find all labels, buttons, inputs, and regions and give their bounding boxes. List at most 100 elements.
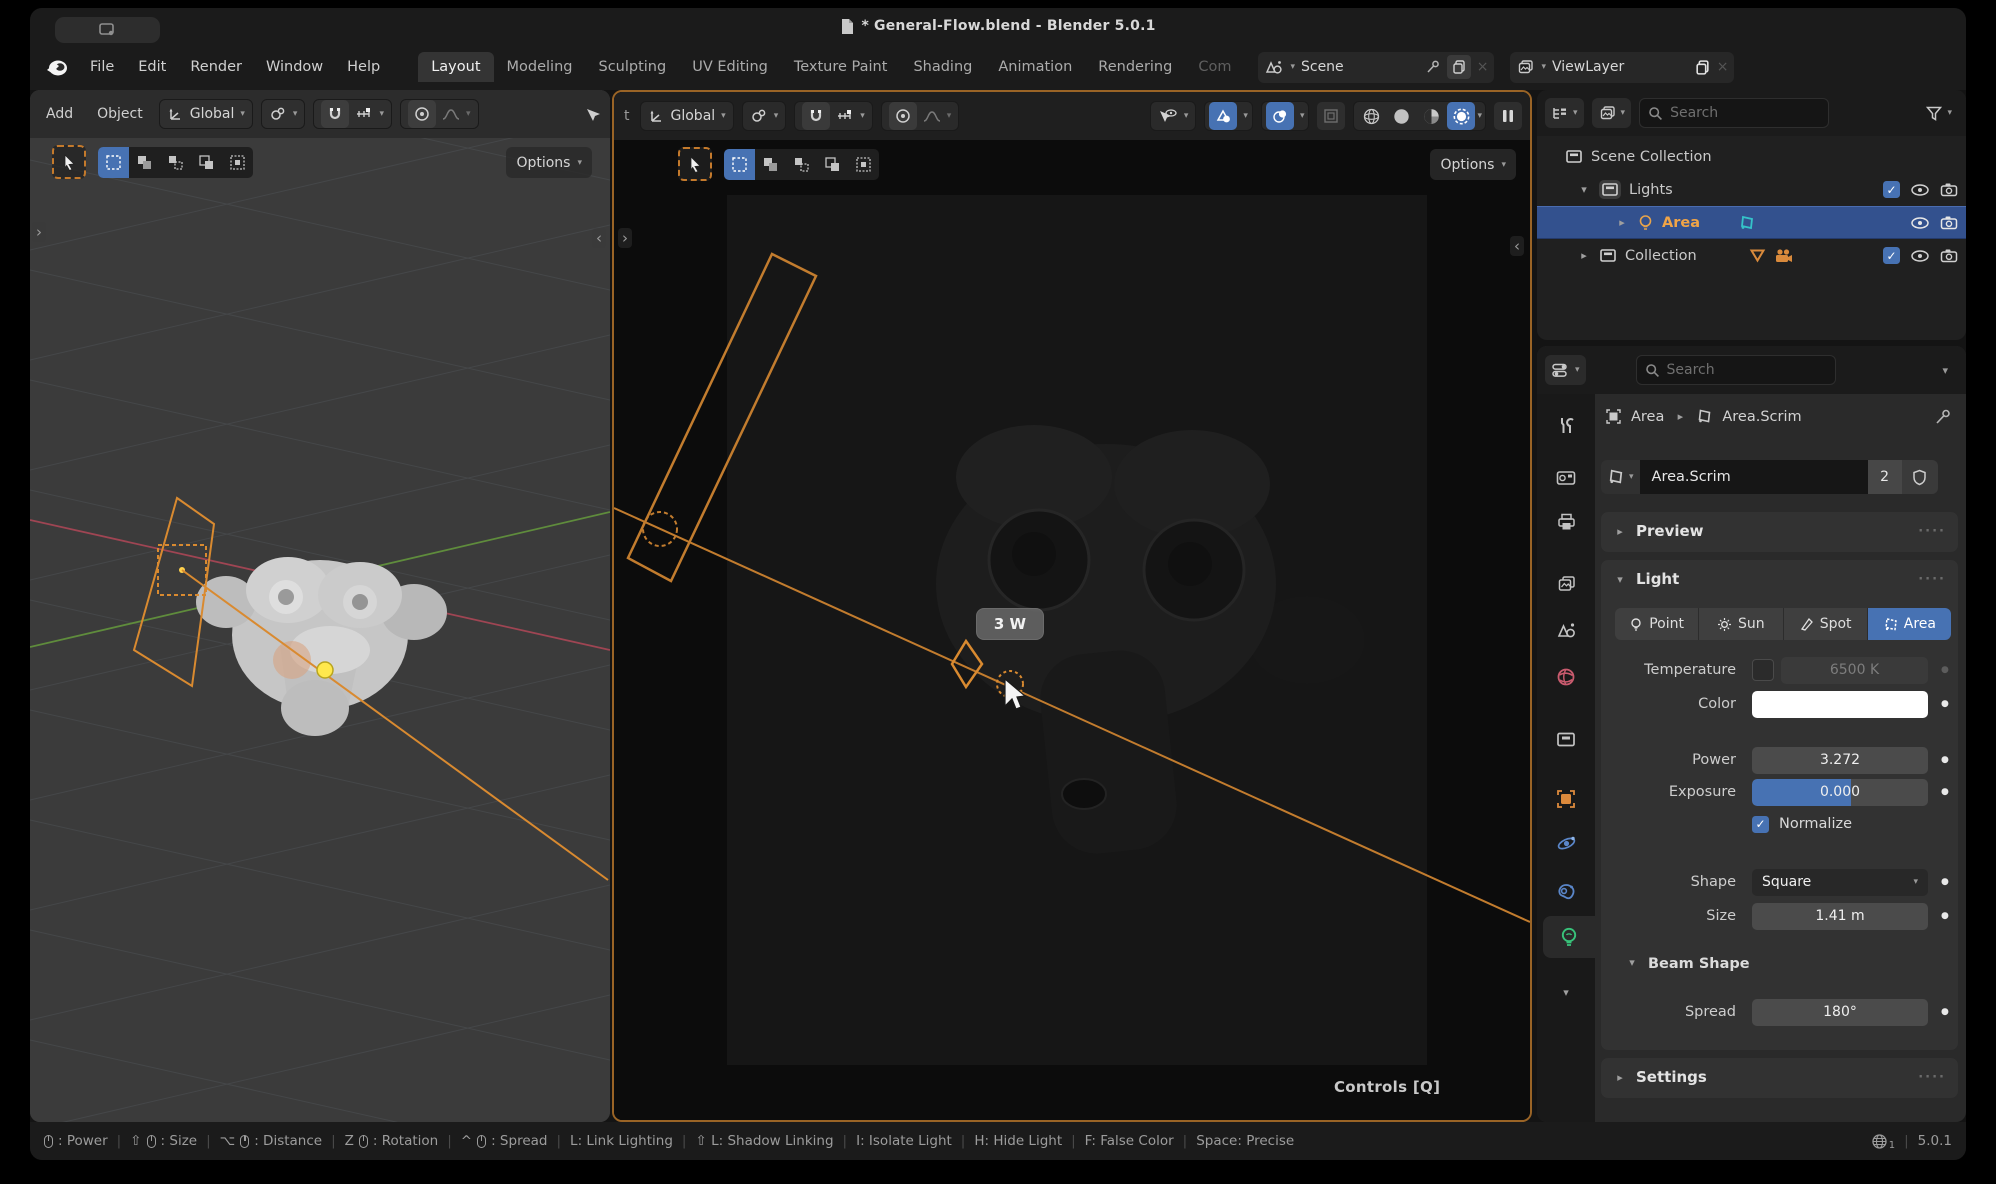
expand-arrow-icon[interactable]: ▸ (1613, 525, 1627, 538)
outliner-row-area-selected[interactable]: ▸ Area (1537, 206, 1966, 239)
datablock-type-dropdown[interactable]: ▾ (1601, 460, 1640, 494)
drag-dots[interactable]: ···· (1918, 1070, 1946, 1085)
compositor-icon[interactable] (1266, 102, 1294, 130)
toolbar-expand-arrow[interactable]: › (32, 222, 46, 242)
keyframe-dot[interactable]: ● (1941, 699, 1949, 709)
select-box-tool[interactable] (724, 149, 755, 180)
properties-search-input[interactable] (1667, 362, 1777, 378)
snap-group[interactable]: ▾ (794, 101, 873, 131)
workspace-tab-sculpting[interactable]: Sculpting (585, 52, 679, 82)
eye-icon[interactable] (1910, 216, 1930, 230)
camera-visibility-icon[interactable] (1940, 215, 1958, 230)
outliner-row-collection[interactable]: ▸ Collection ✓ (1537, 239, 1966, 272)
gizmo-visibility-icon[interactable] (584, 106, 602, 123)
shape-dropdown[interactable]: Square ▾ (1752, 869, 1928, 896)
keyframe-dot[interactable]: ● (1941, 911, 1949, 921)
preview-panel[interactable]: ▸ Preview ···· (1601, 512, 1958, 552)
select-extend-tool[interactable] (755, 149, 786, 180)
snap-group[interactable]: ▾ (313, 99, 392, 129)
collection-checkbox[interactable]: ✓ (1883, 181, 1900, 198)
pivot-point-dropdown[interactable]: ▾ (742, 101, 787, 131)
viewport-right-options-button[interactable]: Options ▾ (1430, 149, 1516, 180)
toolbar-expand-arrow[interactable]: › (618, 228, 632, 248)
temperature-checkbox[interactable] (1752, 659, 1774, 681)
viewport-rendered[interactable]: t Global ▾ ▾ ▾ (612, 90, 1532, 1122)
properties-tab-physics[interactable] (1537, 822, 1595, 864)
collapse-arrow-icon[interactable]: ▾ (1625, 956, 1639, 972)
truncated-menu-label[interactable]: t (622, 104, 632, 128)
menu-file[interactable]: File (78, 53, 126, 81)
viewlayer-selector[interactable]: ▾ ViewLayer × (1510, 52, 1734, 83)
light-type-area-active[interactable]: Area (1868, 608, 1951, 640)
light-panel[interactable]: ▾ Light ···· Point Sun Spot (1601, 560, 1958, 1050)
camera-visibility-icon[interactable] (1940, 248, 1958, 263)
outliner-row-scene-collection[interactable]: Scene Collection (1537, 140, 1966, 173)
outliner-row-lights[interactable]: ▾ Lights ✓ (1537, 173, 1966, 206)
workspace-tab-layout[interactable]: Layout (418, 52, 493, 82)
outliner-search-input[interactable] (1670, 105, 1780, 121)
render-region-icon[interactable] (1317, 102, 1345, 130)
eye-icon[interactable] (1910, 249, 1930, 263)
keyframe-dot[interactable]: ● (1941, 665, 1949, 675)
tweak-tool-button[interactable] (52, 145, 86, 179)
tweak-tool-button[interactable] (678, 147, 712, 181)
breadcrumb-data[interactable]: Area.Scrim (1722, 409, 1801, 425)
keyframe-dot[interactable]: ● (1941, 787, 1949, 797)
expand-arrow-icon[interactable]: ▸ (1615, 216, 1629, 229)
keyframe-dot[interactable]: ● (1941, 755, 1949, 765)
beam-shape-subpanel-header[interactable]: ▾ Beam Shape (1625, 956, 1750, 972)
properties-tab-tool[interactable] (1537, 404, 1595, 446)
outliner-display-mode-dropdown[interactable]: ▾ (1545, 98, 1584, 128)
expand-arrow-icon[interactable]: ▸ (1613, 1071, 1627, 1084)
select-subtract-tool[interactable] (160, 147, 191, 178)
select-intersect-tool[interactable] (222, 147, 253, 178)
select-invert-tool[interactable] (817, 149, 848, 180)
pause-render-button[interactable] (1494, 102, 1522, 130)
workspace-tab-modeling[interactable]: Modeling (494, 52, 586, 82)
proportional-edit-icon[interactable] (889, 102, 917, 130)
menu-render[interactable]: Render (178, 53, 254, 81)
spread-value-field[interactable]: 180° (1752, 999, 1928, 1026)
properties-tab-object-data-light[interactable] (1543, 916, 1595, 958)
pivot-point-dropdown[interactable]: ▾ (261, 99, 306, 129)
collapse-arrow-icon[interactable]: ▾ (1577, 183, 1591, 196)
collapse-arrow-icon[interactable]: ▾ (1613, 573, 1627, 586)
select-intersect-tool[interactable] (848, 149, 879, 180)
viewport-left-options-button[interactable]: Options ▾ (506, 147, 592, 178)
editor-type-dropdown[interactable]: ▾ (1545, 355, 1586, 385)
snap-magnet-icon[interactable] (802, 102, 830, 130)
light-type-spot[interactable]: Spot (1784, 608, 1868, 640)
properties-tab-collection[interactable] (1537, 718, 1595, 760)
sidebar-expand-arrow[interactable]: ‹ (1510, 236, 1524, 256)
new-scene-copy-icon[interactable] (1447, 55, 1471, 79)
menu-window[interactable]: Window (254, 53, 335, 81)
light-type-point[interactable]: Point (1615, 608, 1699, 640)
new-viewlayer-copy-icon[interactable] (1694, 59, 1711, 76)
expand-arrow-icon[interactable]: ▸ (1577, 249, 1591, 262)
menu-edit[interactable]: Edit (126, 53, 178, 81)
chevron-down-icon[interactable]: ▾ (1942, 364, 1948, 377)
workspace-tab-uv-editing[interactable]: UV Editing (679, 52, 781, 82)
properties-tab-constraints[interactable] (1537, 870, 1595, 912)
properties-tab-scene[interactable] (1537, 609, 1595, 651)
pin-icon[interactable] (1934, 408, 1952, 426)
unlink-scene-icon[interactable]: × (1477, 59, 1489, 75)
properties-tab-object[interactable] (1537, 778, 1595, 820)
object-menu[interactable]: Object (89, 102, 151, 126)
workspace-tab-texture-paint[interactable]: Texture Paint (781, 52, 901, 82)
select-invert-tool[interactable] (191, 147, 222, 178)
properties-tab-output[interactable] (1537, 501, 1595, 543)
workspace-tab-shading[interactable]: Shading (900, 52, 985, 82)
outliner-filter-dropdown[interactable]: ▾ (1919, 98, 1958, 128)
workspace-tab-animation[interactable]: Animation (985, 52, 1085, 82)
shading-solid-icon[interactable] (1387, 102, 1415, 130)
fake-user-shield-button[interactable] (1902, 460, 1938, 494)
workspace-tab-compositing-truncated[interactable]: Com (1185, 52, 1244, 82)
remove-viewlayer-icon[interactable]: × (1717, 59, 1729, 75)
select-subtract-tool[interactable] (786, 149, 817, 180)
temperature-value-field[interactable]: 6500 K (1781, 657, 1928, 684)
transform-orientation-dropdown[interactable]: Global ▾ (159, 99, 253, 129)
properties-tab-render[interactable] (1537, 456, 1595, 498)
properties-search[interactable] (1636, 355, 1836, 385)
outliner-search[interactable] (1639, 98, 1829, 128)
